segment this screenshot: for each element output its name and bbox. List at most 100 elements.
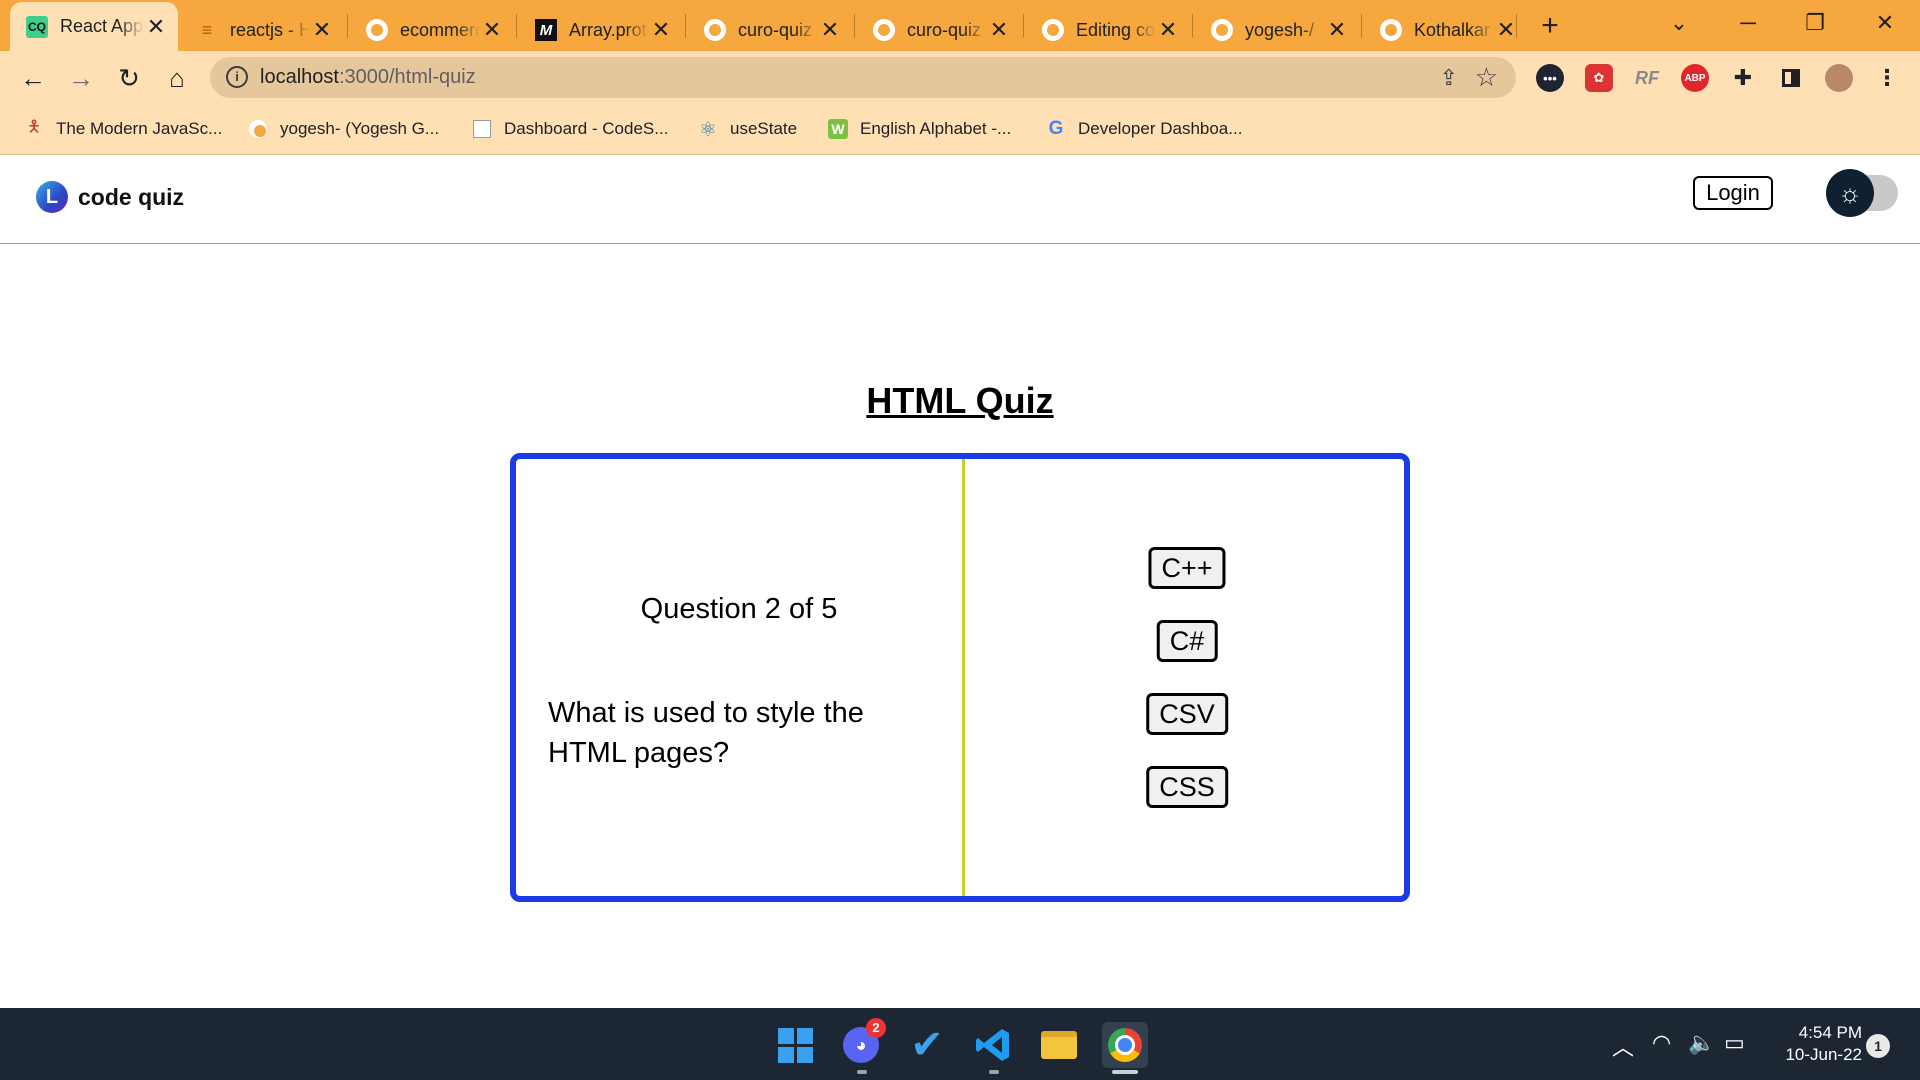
tab-ecommerce[interactable]: ecommerce ✕ bbox=[350, 9, 514, 51]
back-button[interactable]: ← bbox=[16, 61, 50, 95]
minimize-button[interactable]: ─ bbox=[1723, 8, 1773, 38]
extensions-puzzle-icon[interactable]: ✚ bbox=[1729, 64, 1757, 92]
clock[interactable]: 4:54 PM 10-Jun-22 bbox=[1760, 1022, 1862, 1066]
url-text[interactable]: localhost:3000/html-quiz bbox=[260, 66, 476, 89]
tab-search-icon[interactable]: ⌄ bbox=[1654, 8, 1704, 38]
tab-title: curo-quiz bbox=[738, 19, 813, 40]
github-icon bbox=[873, 19, 895, 41]
discord-badge: 2 bbox=[866, 1018, 886, 1038]
share-icon[interactable]: ⇪ bbox=[1440, 65, 1458, 91]
login-button[interactable]: Login bbox=[1693, 176, 1773, 210]
close-tab-icon[interactable]: ✕ bbox=[987, 17, 1011, 43]
battery-icon[interactable]: ▭ bbox=[1724, 1030, 1745, 1056]
browser-toolbar: ← → ↻ ⌂ i localhost:3000/html-quiz ⇪ ☆ •… bbox=[0, 51, 1920, 104]
tab-react-app[interactable]: CQ React App ✕ bbox=[10, 2, 178, 51]
bookmark-item[interactable]: G Developer Dashboa... bbox=[1046, 116, 1243, 142]
extension-dots-icon[interactable]: ••• bbox=[1536, 64, 1564, 92]
close-tab-icon[interactable]: ✕ bbox=[480, 17, 504, 43]
bookmark-label: useState bbox=[730, 119, 798, 138]
url-path: :3000/html-quiz bbox=[338, 66, 476, 88]
sun-icon: ☼ bbox=[1826, 169, 1874, 217]
tab-curo-quiz-2[interactable]: curo-quiz ✕ bbox=[857, 9, 1021, 51]
stackoverflow-icon: ≡ bbox=[201, 19, 213, 40]
tab-yogesh[interactable]: yogesh-/ ✕ bbox=[1195, 9, 1359, 51]
forward-button[interactable]: → bbox=[64, 61, 98, 95]
close-tab-icon[interactable]: ✕ bbox=[1494, 17, 1518, 43]
answer-list: C++ C# CSV CSS bbox=[965, 459, 1410, 896]
tab-separator bbox=[1361, 14, 1362, 38]
brand[interactable]: L code quiz bbox=[36, 181, 184, 213]
answer-button[interactable]: C++ bbox=[1148, 547, 1226, 589]
notification-count-badge[interactable]: 1 bbox=[1866, 1034, 1890, 1058]
bookmark-label: Developer Dashboa... bbox=[1078, 119, 1243, 138]
close-tab-icon[interactable]: ✕ bbox=[144, 14, 168, 40]
site-info-icon[interactable]: i bbox=[226, 66, 248, 88]
answer-button[interactable]: CSV bbox=[1146, 693, 1228, 735]
tab-title: Array.prototype bbox=[569, 19, 649, 40]
show-hidden-icons-icon[interactable]: ︿ bbox=[1612, 1030, 1634, 1062]
wifi-icon[interactable]: ◠ bbox=[1652, 1030, 1671, 1056]
app-navbar: L code quiz Login ☼ bbox=[0, 155, 1920, 244]
brand-name: code quiz bbox=[78, 183, 185, 210]
tab-curo-quiz-1[interactable]: curo-quiz ✕ bbox=[688, 9, 852, 51]
menu-kebab-icon[interactable]: ⋮ bbox=[1873, 64, 1901, 92]
home-button[interactable]: ⌂ bbox=[160, 61, 194, 95]
extension-puzzle-red-icon[interactable]: ✿ bbox=[1585, 64, 1613, 92]
discord-icon[interactable]: ◕ 2 bbox=[838, 1018, 886, 1068]
tab-title: curo-quiz bbox=[907, 19, 982, 40]
tab-title: React App bbox=[60, 16, 144, 36]
tab-separator bbox=[347, 14, 348, 38]
bookmark-item[interactable]: 🯅 The Modern JavaSc... bbox=[24, 116, 222, 142]
bookmark-star-icon[interactable]: ☆ bbox=[1475, 62, 1498, 93]
github-icon bbox=[248, 119, 268, 139]
adblock-icon[interactable]: ABP bbox=[1681, 64, 1709, 92]
reload-button[interactable]: ↻ bbox=[112, 61, 146, 95]
tab-kothalkar[interactable]: Kothalkar ✕ bbox=[1364, 9, 1528, 51]
tab-reactjs[interactable]: ≡ reactjs - How ✕ bbox=[180, 9, 344, 51]
restore-button[interactable]: ❐ bbox=[1790, 8, 1840, 38]
active-app-indicator bbox=[1112, 1070, 1138, 1074]
react-icon: ⚛ bbox=[699, 118, 717, 141]
close-tab-icon[interactable]: ✕ bbox=[310, 17, 334, 43]
close-tab-icon[interactable]: ✕ bbox=[1156, 17, 1180, 43]
tab-title: yogesh-/ bbox=[1245, 19, 1315, 40]
taskbar: ◕ 2 ✔ ︿ ◠ 🔈 ▭ 4:54 PM 10-Jun-22 1 bbox=[0, 1008, 1920, 1080]
tab-title: ecommerce bbox=[400, 19, 480, 40]
github-icon bbox=[704, 19, 726, 41]
vscode-icon[interactable] bbox=[970, 1022, 1016, 1068]
bookmark-item[interactable]: W English Alphabet -... bbox=[828, 116, 1011, 142]
url-host: localhost bbox=[260, 66, 339, 88]
address-bar[interactable]: i localhost:3000/html-quiz ⇪ ☆ bbox=[210, 57, 1516, 98]
bookmark-item[interactable]: ⚛ useState bbox=[698, 116, 797, 142]
tab-separator bbox=[685, 14, 686, 38]
close-window-button[interactable]: ✕ bbox=[1860, 8, 1910, 38]
chrome-icon[interactable] bbox=[1102, 1022, 1148, 1068]
quiz-title: HTML Quiz bbox=[866, 380, 1054, 421]
app-indicator bbox=[989, 1070, 999, 1074]
bookmark-item[interactable]: yogesh- (Yogesh G... bbox=[248, 116, 439, 142]
close-tab-icon[interactable]: ✕ bbox=[818, 17, 842, 43]
bookmark-label: The Modern JavaSc... bbox=[56, 119, 223, 138]
tab-title: reactjs - How bbox=[230, 19, 310, 40]
quiz-card: Question 2 of 5 What is used to style th… bbox=[510, 453, 1410, 902]
todo-check-icon[interactable]: ✔ bbox=[904, 1022, 950, 1068]
start-windows-icon[interactable] bbox=[772, 1022, 818, 1068]
profile-avatar-icon[interactable] bbox=[1825, 64, 1853, 92]
close-tab-icon[interactable]: ✕ bbox=[649, 17, 673, 43]
page-icon bbox=[472, 119, 492, 139]
new-tab-button[interactable]: + bbox=[1530, 9, 1570, 43]
bookmark-item[interactable]: Dashboard - CodeS... bbox=[472, 116, 668, 142]
volume-icon[interactable]: 🔈 bbox=[1688, 1030, 1715, 1056]
tab-array-prototype[interactable]: M Array.prototype ✕ bbox=[519, 9, 683, 51]
answer-button[interactable]: CSS bbox=[1146, 766, 1228, 808]
side-panel-icon[interactable] bbox=[1777, 64, 1805, 92]
file-explorer-icon[interactable] bbox=[1036, 1022, 1082, 1068]
answer-button[interactable]: C# bbox=[1156, 620, 1218, 662]
mdn-icon: M bbox=[535, 19, 557, 41]
tab-editing-code[interactable]: Editing code ✕ bbox=[1026, 9, 1190, 51]
extension-rf-icon[interactable]: RF bbox=[1633, 64, 1661, 92]
brand-logo-icon: L bbox=[36, 181, 68, 213]
close-tab-icon[interactable]: ✕ bbox=[1325, 17, 1349, 43]
github-icon bbox=[366, 19, 388, 41]
theme-toggle[interactable]: ☼ bbox=[1826, 169, 1898, 217]
